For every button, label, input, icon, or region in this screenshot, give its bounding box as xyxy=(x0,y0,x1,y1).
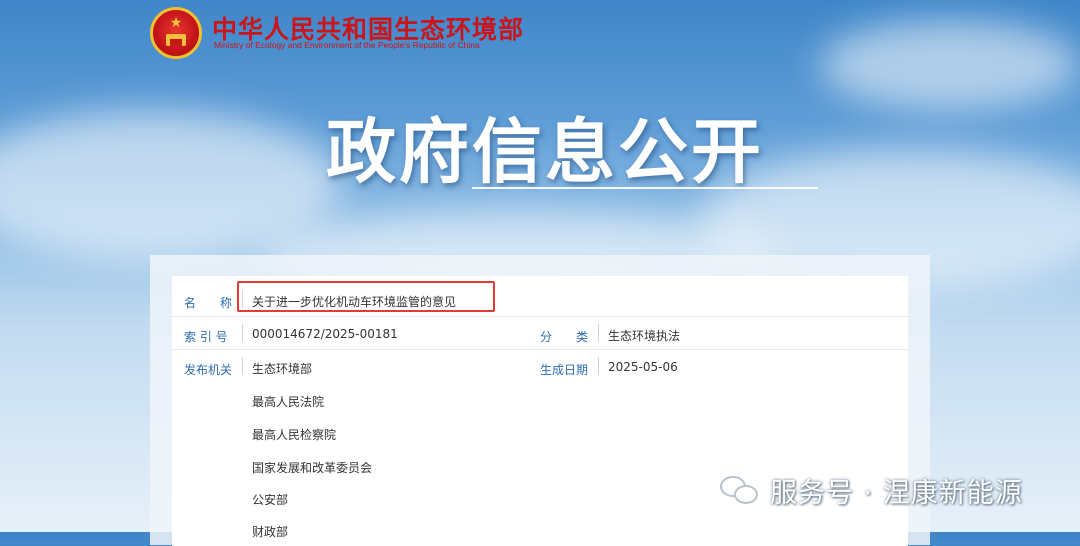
gate-icon xyxy=(166,34,186,46)
date-label: 生成日期 xyxy=(540,363,589,377)
category-value: 生态环境执法 xyxy=(608,329,681,343)
watermark-text: 服务号 · 涅康新能源 xyxy=(770,477,1023,509)
row-divider xyxy=(172,316,908,317)
publisher-item: 公安部 xyxy=(252,493,289,507)
row-divider xyxy=(172,349,908,350)
publisher-item: 最高人民检察院 xyxy=(252,428,337,442)
hero-title: 政府信息公开 xyxy=(326,111,764,193)
watermark: 服务号 · 涅康新能源 xyxy=(720,470,1023,510)
index-number: 000014672/2025-00181 xyxy=(252,327,398,341)
publisher-label: 发布机关 xyxy=(184,363,233,377)
category-label: 分 类 xyxy=(540,330,589,344)
hero-divider xyxy=(472,187,818,189)
field-separator xyxy=(598,324,599,342)
name-label: 名 称 xyxy=(184,296,233,310)
publisher-item: 生态环境部 xyxy=(252,362,313,376)
site-header: ★ 中华人民共和国生态环境部 Ministry of Ecology and E… xyxy=(0,0,1080,70)
publisher-item: 最高人民法院 xyxy=(252,395,325,409)
field-separator xyxy=(242,357,243,375)
highlight-box xyxy=(237,281,495,312)
site-title-english: Ministry of Ecology and Environment of t… xyxy=(214,40,480,50)
index-label: 索 引 号 xyxy=(184,330,228,344)
wechat-icon xyxy=(720,474,762,506)
field-separator xyxy=(242,324,243,342)
date-value: 2025-05-06 xyxy=(608,360,678,374)
star-icon: ★ xyxy=(169,15,183,31)
publisher-item: 国家发展和改革委员会 xyxy=(252,461,373,475)
field-separator xyxy=(598,357,599,375)
national-emblem-icon[interactable]: ★ xyxy=(150,7,202,59)
